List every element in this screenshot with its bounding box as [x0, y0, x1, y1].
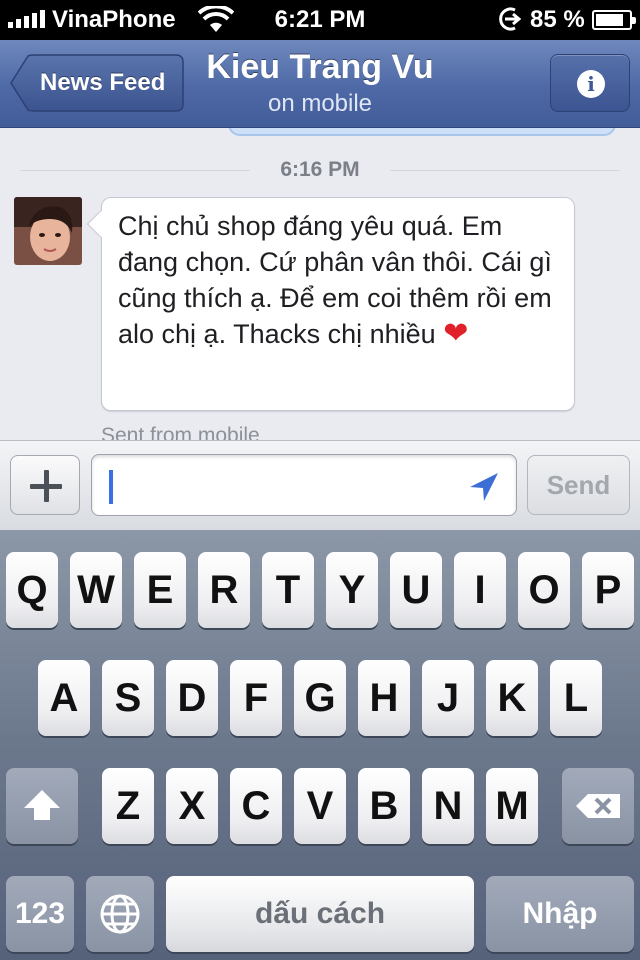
battery-icon	[592, 10, 636, 30]
message-list[interactable]: 6:16 PM Chị chủ shop đáng yêu quá. Em đa…	[0, 128, 640, 440]
backspace-key[interactable]	[562, 768, 634, 844]
key-x[interactable]: X	[166, 768, 218, 844]
key-b[interactable]: B	[358, 768, 410, 844]
rotation-lock-icon	[499, 7, 521, 31]
key-y[interactable]: Y	[326, 552, 378, 628]
key-w[interactable]: W	[70, 552, 122, 628]
key-m[interactable]: M	[486, 768, 538, 844]
key-z[interactable]: Z	[102, 768, 154, 844]
key-q[interactable]: Q	[6, 552, 58, 628]
numbers-key[interactable]: 123	[6, 876, 74, 952]
key-u[interactable]: U	[390, 552, 442, 628]
composer-bar: Send	[0, 440, 640, 530]
presence-status: on mobile	[267, 90, 373, 117]
location-arrow-icon[interactable]	[468, 471, 500, 503]
key-f[interactable]: F	[230, 660, 282, 736]
key-j[interactable]: J	[422, 660, 474, 736]
key-i[interactable]: I	[454, 552, 506, 628]
return-key[interactable]: Nhập	[486, 876, 634, 952]
timestamp-separator: 6:16 PM	[0, 156, 640, 186]
key-v[interactable]: V	[294, 768, 346, 844]
conversation-title: Kieu Trang Vu	[206, 48, 434, 86]
key-k[interactable]: K	[486, 660, 538, 736]
message-input[interactable]	[91, 454, 517, 516]
previous-message-bubble	[228, 128, 616, 136]
key-d[interactable]: D	[166, 660, 218, 736]
key-r[interactable]: R	[198, 552, 250, 628]
navigation-bar: News Feed Kieu Trang Vu on mobile i	[0, 40, 640, 128]
shift-arrow-icon	[24, 790, 60, 820]
message-text: Chị chủ shop đáng yêu quá. Em đang chọn.…	[118, 208, 566, 352]
heart-emoji: ❤	[443, 316, 469, 351]
shift-key[interactable]	[6, 768, 78, 844]
battery-percent: 85 %	[530, 6, 585, 33]
globe-key[interactable]	[86, 876, 154, 952]
status-bar: VinaPhone 6:21 PM 85 %	[0, 0, 640, 40]
backspace-icon	[576, 794, 620, 818]
sent-from-label: Sent from mobile	[101, 424, 260, 440]
space-key[interactable]: dấu cách	[166, 876, 474, 952]
send-button[interactable]: Send	[527, 455, 630, 515]
key-c[interactable]: C	[230, 768, 282, 844]
info-button[interactable]: i	[550, 54, 630, 112]
message-body: Chị chủ shop đáng yêu quá. Em đang chọn.…	[118, 211, 552, 349]
key-t[interactable]: T	[262, 552, 314, 628]
key-g[interactable]: G	[294, 660, 346, 736]
key-e[interactable]: E	[134, 552, 186, 628]
key-l[interactable]: L	[550, 660, 602, 736]
avatar[interactable]	[14, 197, 82, 265]
keyboard: QWERTYUIOP ASDFGHJKL ZXCVBNM 123 dấu các…	[0, 530, 640, 960]
globe-icon	[100, 894, 140, 934]
key-s[interactable]: S	[102, 660, 154, 736]
key-a[interactable]: A	[38, 660, 90, 736]
info-icon: i	[577, 70, 605, 98]
key-h[interactable]: H	[358, 660, 410, 736]
add-attachment-button[interactable]	[10, 455, 80, 515]
key-p[interactable]: P	[582, 552, 634, 628]
avatar-photo	[14, 197, 82, 265]
key-o[interactable]: O	[518, 552, 570, 628]
key-n[interactable]: N	[422, 768, 474, 844]
text-cursor	[109, 470, 113, 504]
